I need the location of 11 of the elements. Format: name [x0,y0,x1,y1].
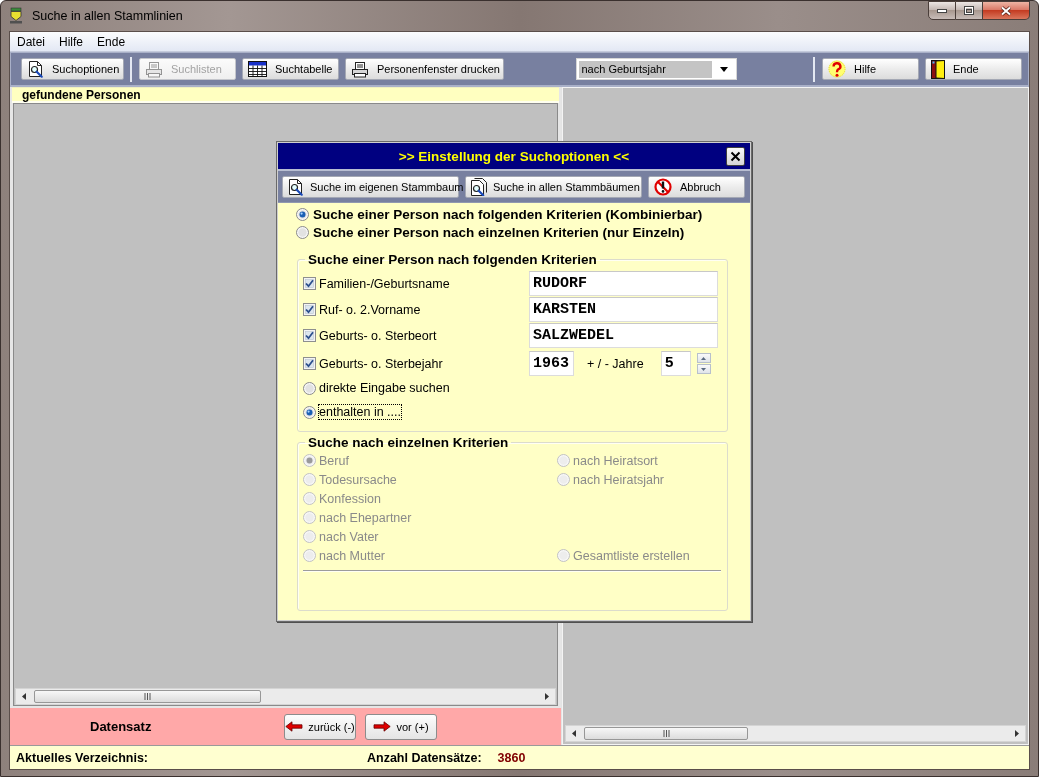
record-count: 3860 [497,750,526,765]
range-label: + / - Jahre [587,356,644,371]
directory-label: Aktuelles Verzeichnis: [16,750,149,765]
group-title: Suche nach einzelnen Kriterien [307,435,510,450]
dropdown-value: nach Geburtsjahr [579,60,712,78]
window-title: Suche in allen Stammlinien [32,9,184,23]
record-count-label: Anzahl Datensätze: [367,750,482,765]
group-title: Suche einer Person nach folgenden Kriterien [307,252,598,267]
panel-title: gefundene Personen [22,87,141,102]
record-label: Datensatz [90,719,153,734]
dialog-title: >> Einstellung der Suchoptionen << [398,148,630,164]
